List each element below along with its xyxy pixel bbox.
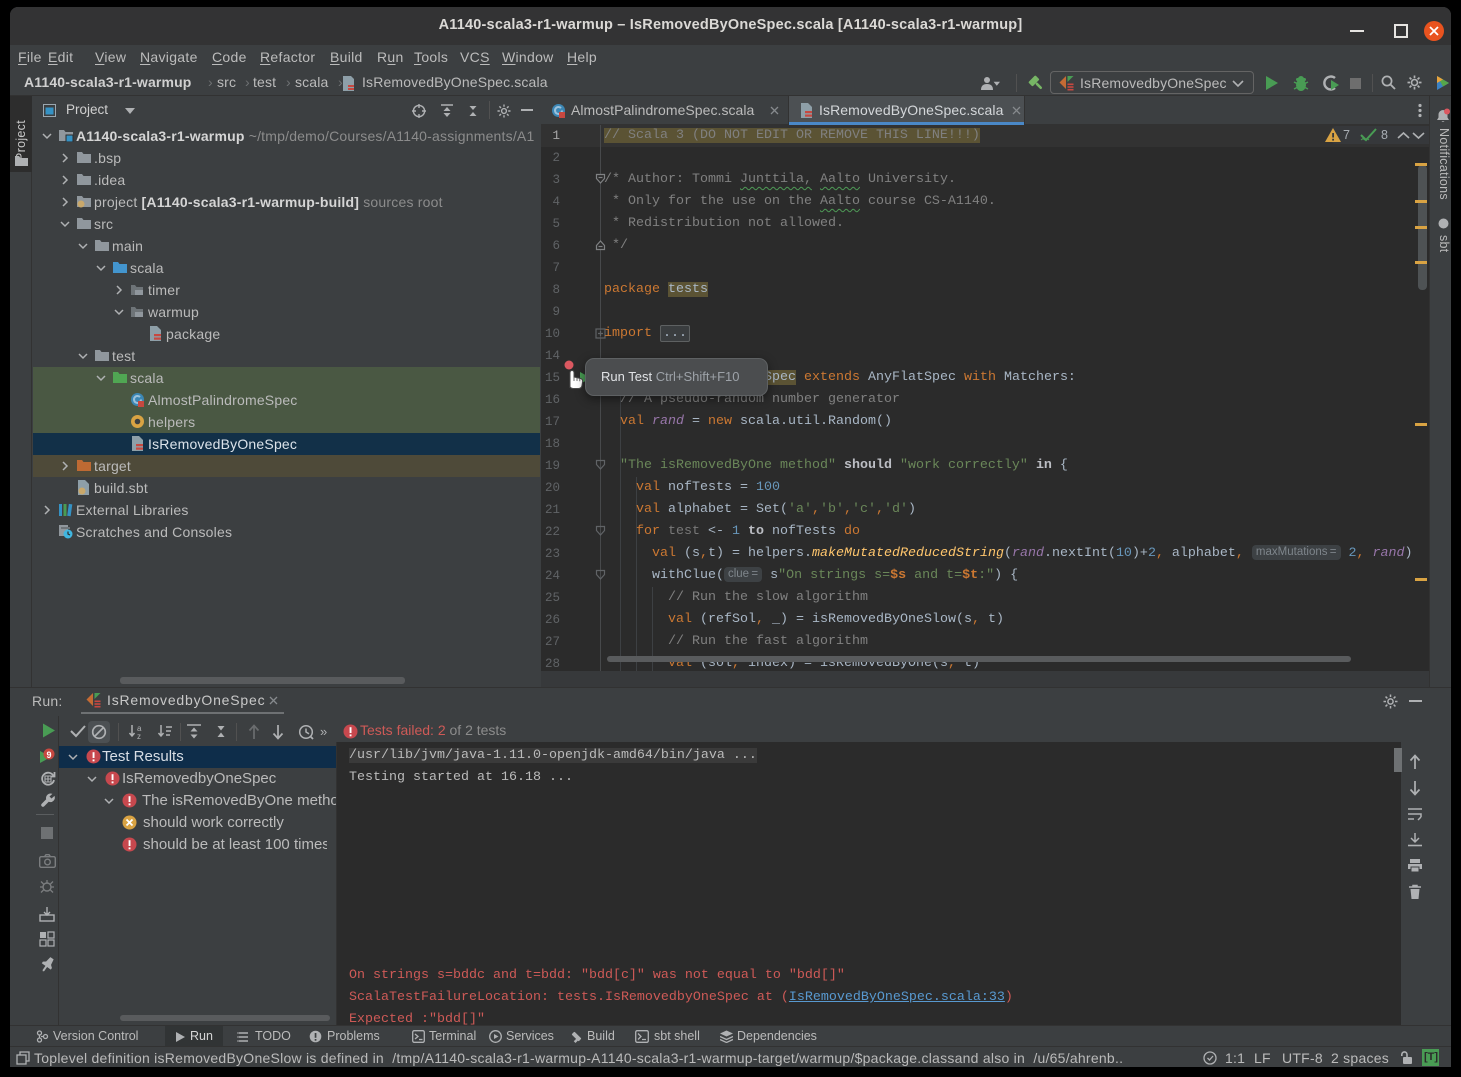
- svg-text:z: z: [137, 732, 141, 740]
- svg-text:9: 9: [46, 750, 51, 760]
